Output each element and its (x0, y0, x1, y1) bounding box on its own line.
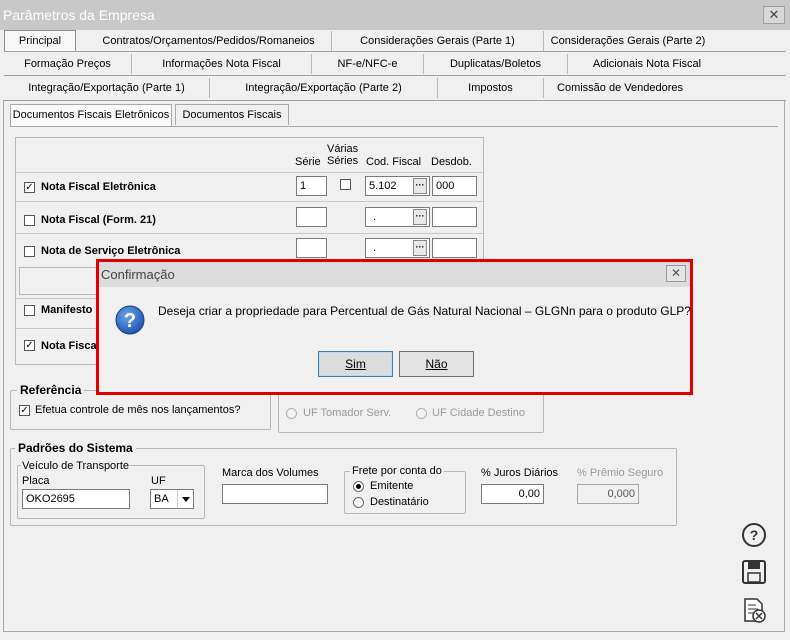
row-label-nfe: Nota Fiscal Eletrônica (41, 181, 156, 193)
padroes-title: Padrões do Sistema (15, 441, 136, 455)
row-label-nse: Nota de Serviço Eletrônica (41, 245, 181, 257)
uf-label: UF (151, 475, 166, 487)
dialog-close-button[interactable]: ✕ (666, 265, 686, 282)
veiculo-title: Veículo de Transporte (21, 460, 131, 472)
row-label-nf-form21: Nota Fiscal (Form. 21) (41, 214, 156, 226)
question-icon: ? (114, 304, 146, 336)
row-separator (16, 172, 483, 173)
frete-destinatario-label: Destinatário (370, 496, 429, 508)
chevron-down-icon (182, 497, 190, 502)
nf-form21-cod-fiscal-value: . (373, 211, 377, 223)
save-icon[interactable] (740, 558, 768, 586)
tab-divider (4, 75, 786, 76)
svg-text:?: ? (124, 310, 136, 332)
uf-tomador-label: UF Tomador Serv. (303, 407, 392, 419)
window-title: Parâmetros da Empresa (3, 7, 155, 23)
nse-desdob-input[interactable] (432, 238, 477, 258)
subtab-docs-fiscais[interactable]: Documentos Fiscais (175, 104, 289, 125)
nf-form21-serie-input[interactable] (296, 207, 327, 227)
cancel-document-icon[interactable] (740, 596, 768, 624)
help-icon[interactable]: ? (740, 521, 768, 549)
marca-label: Marca dos Volumes (222, 467, 319, 479)
frete-emitente-label: Emitente (370, 480, 414, 492)
nf-form21-desdob-input[interactable] (432, 207, 477, 227)
tab-consideracoes-2[interactable]: Considerações Gerais (Parte 2) (544, 31, 712, 51)
controle-mes-checkbox[interactable]: ✓ (19, 405, 30, 416)
tab-divider (4, 51, 786, 52)
row-label-manifesto: Manifesto (41, 304, 93, 316)
subtab-docs-eletronicos[interactable]: Documentos Fiscais Eletrônicos (10, 104, 172, 127)
frete-destinatario-radio[interactable] (353, 497, 364, 508)
svg-text:?: ? (750, 527, 759, 543)
tab-integracao-2[interactable]: Integração/Exportação (Parte 2) (210, 78, 438, 98)
no-button[interactable]: Não (399, 351, 474, 377)
yes-button-label: Sim (345, 357, 366, 371)
tab-impostos[interactable]: Impostos (438, 78, 544, 98)
uf-tomador-radio[interactable] (286, 408, 297, 419)
frete-emitente-radio[interactable] (353, 481, 364, 492)
tab-contratos[interactable]: Contratos/Orçamentos/Pedidos/Romaneios (86, 31, 332, 51)
nse-cod-fiscal-lookup-button[interactable]: ··· (413, 240, 427, 256)
uf-dropdown-button[interactable] (177, 490, 193, 508)
nfe-desdob-input[interactable]: 000 (432, 176, 477, 196)
nf-form21-checkbox[interactable] (24, 215, 35, 226)
header-serie: Série (295, 156, 321, 168)
nse-checkbox[interactable] (24, 246, 35, 257)
window-titlebar: Parâmetros da Empresa (0, 0, 790, 30)
nfe-cod-fiscal-value: 5.102 (369, 180, 397, 192)
confirmation-dialog: Confirmação ✕ ? Deseja criar a proprieda… (96, 259, 693, 395)
tab-nfe[interactable]: NF-e/NFC-e (312, 54, 424, 74)
nse-serie-input[interactable] (296, 238, 327, 258)
nf-form21-cod-fiscal-lookup-button[interactable]: ··· (413, 209, 427, 225)
tab-duplicatas[interactable]: Duplicatas/Boletos (424, 54, 568, 74)
marca-input[interactable] (222, 484, 328, 504)
subtab-divider (10, 126, 778, 127)
tab-comissao-vendedores[interactable]: Comissão de Vendedores (544, 78, 696, 98)
nota-fiscal-checkbox[interactable]: ✓ (24, 340, 35, 351)
header-desdob: Desdob. (431, 156, 472, 168)
row-separator (16, 233, 483, 234)
tab-consideracoes-1[interactable]: Considerações Gerais (Parte 1) (332, 31, 544, 51)
dialog-titlebar: Confirmação (99, 262, 690, 287)
controle-mes-label: Efetua controle de mês nos lançamentos? (35, 404, 241, 416)
tab-formacao-precos[interactable]: Formação Preços (4, 54, 132, 74)
row-separator (16, 201, 483, 202)
dialog-title: Confirmação (101, 267, 175, 282)
header-varias: Várias (327, 143, 359, 155)
premio-input[interactable]: 0,000 (577, 484, 639, 504)
row-label-nota-fiscal: Nota Fisca (41, 340, 97, 352)
nfe-checkbox[interactable]: ✓ (24, 182, 35, 193)
frete-title: Frete por conta do (350, 465, 444, 477)
uf-destino-label: UF Cidade Destino (432, 407, 525, 419)
tab-informacoes-nota[interactable]: Informações Nota Fiscal (132, 54, 312, 74)
window-close-button[interactable]: ✕ (763, 6, 785, 24)
tab-principal[interactable]: Principal (4, 30, 76, 52)
placa-input[interactable]: OKO2695 (22, 489, 130, 509)
uf-destino-radio[interactable] (416, 408, 427, 419)
nfe-varias-series-checkbox[interactable] (340, 179, 351, 190)
juros-label: % Juros Diários (481, 467, 559, 479)
tab-integracao-1[interactable]: Integração/Exportação (Parte 1) (4, 78, 210, 98)
placa-label: Placa (22, 475, 50, 487)
no-button-label: Não (425, 357, 448, 371)
referencia-title: Referência (17, 383, 85, 397)
header-cod-fiscal: Cod. Fiscal (366, 156, 422, 168)
nfe-cod-fiscal-lookup-button[interactable]: ··· (413, 178, 427, 194)
nfe-serie-input[interactable]: 1 (296, 176, 327, 196)
manifesto-checkbox[interactable] (24, 305, 35, 316)
dialog-message: Deseja criar a propriedade para Percentu… (158, 304, 691, 318)
premio-label: % Prêmio Seguro (577, 467, 664, 479)
tab-adicionais-nota[interactable]: Adicionais Nota Fiscal (568, 54, 726, 74)
uf-select-value: BA (154, 493, 169, 505)
yes-button[interactable]: Sim (318, 351, 393, 377)
header-series: Séries (327, 155, 359, 167)
juros-input[interactable]: 0,00 (481, 484, 544, 504)
nse-cod-fiscal-value: . (373, 242, 377, 254)
